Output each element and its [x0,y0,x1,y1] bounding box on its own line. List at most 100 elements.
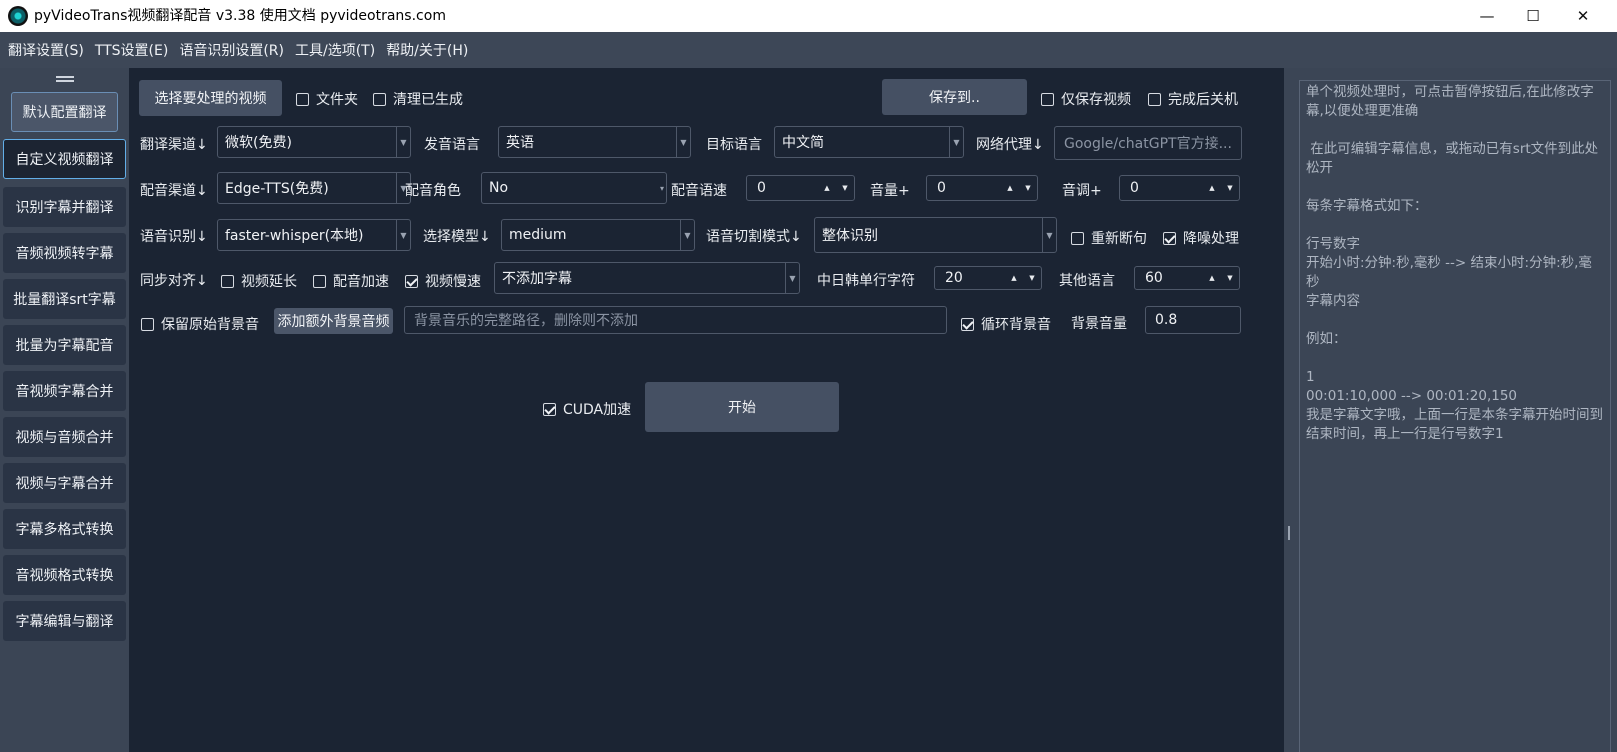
only-save-video-checkbox[interactable]: 仅保存视频 [1041,89,1131,109]
shutdown-after-checkbox[interactable]: 完成后关机 [1148,89,1238,109]
cuda-label: CUDA加速 [563,402,632,418]
tts-channel-select[interactable]: Edge-TTS(免费) ▼ [217,172,411,204]
cjk-chars-spinbox[interactable]: 20 ▲ ▼ [934,266,1042,290]
denoise-checkbox[interactable]: 降噪处理 [1163,228,1239,248]
cuda-box[interactable] [543,402,556,416]
video-extend-box[interactable] [221,274,234,288]
denoise-box[interactable] [1163,231,1176,245]
spin-up-icon[interactable]: ▲ [1203,176,1221,200]
panel-splitter[interactable] [1284,68,1294,752]
cjk-chars-value: 20 [945,270,963,286]
subtitle-editor[interactable]: 单个视频处理时，可点击暂停按钮后,在此修改字幕,以便处理更准确 在此可编辑字幕信… [1299,80,1611,752]
save-to-button[interactable]: 保存到.. [882,79,1027,115]
spin-down-icon[interactable]: ▼ [1221,176,1239,200]
volume-spinbox[interactable]: 0 ▲ ▼ [926,175,1038,201]
spin-down-icon[interactable]: ▼ [1023,267,1041,289]
loop-bgm-checkbox[interactable]: 循环背景音 [961,314,1051,334]
dub-rate-label: 配音语速 [671,183,727,199]
add-bgm-button[interactable]: 添加额外背景音频 [274,308,393,334]
translate-channel-select[interactable]: 微软(免费) ▼ [217,126,411,158]
spin-down-icon[interactable]: ▼ [836,176,854,200]
dub-speedup-box[interactable] [313,274,326,288]
bgm-path-input[interactable]: 背景音乐的完整路径，删除则不添加 [404,306,947,334]
spin-down-icon[interactable]: ▼ [1221,267,1239,289]
asr-select[interactable]: faster-whisper(本地) ▼ [217,219,411,251]
window-title: pyVideoTrans视频翻译配音 v3.38 使用文档 pyvideotra… [34,8,446,24]
split-mode-select[interactable]: 整体识别 ▼ [814,217,1057,253]
shutdown-after-box[interactable] [1148,92,1161,106]
menu-help-about[interactable]: 帮助/关于(H) [386,40,468,60]
clean-generated-checkbox[interactable]: 清理已生成 [373,89,463,109]
keep-bgm-checkbox[interactable]: 保留原始背景音 [141,314,259,334]
split-mode-label[interactable]: 语音切割模式↓ [706,226,802,246]
keep-bgm-label: 保留原始背景音 [161,317,259,333]
only-save-video-box[interactable] [1041,92,1054,106]
sync-align-label[interactable]: 同步对齐↓ [140,270,208,290]
sidebar-item-av-format-convert[interactable]: 音视频格式转换 [3,555,126,595]
splitter-handle-icon[interactable] [1288,526,1290,540]
menu-asr-settings[interactable]: 语音识别设置(R) [179,40,284,60]
video-extend-checkbox[interactable]: 视频延长 [221,271,297,291]
model-select[interactable]: medium ▼ [501,219,695,251]
sidebar-grip-icon[interactable] [56,76,74,78]
loop-bgm-box[interactable] [961,317,974,331]
translate-channel-label[interactable]: 翻译渠道↓ [140,134,208,154]
source-language-select[interactable]: 英语 ▼ [498,126,691,158]
folder-checkbox[interactable]: 文件夹 [296,89,358,109]
sidebar-item-av-to-subtitle[interactable]: 音频视频转字幕 [3,233,126,273]
sidebar-item-subtitle-edit-translate[interactable]: 字幕编辑与翻译 [3,601,126,641]
dub-rate-spinbox[interactable]: 0 ▲ ▼ [746,175,855,201]
clean-generated-box[interactable] [373,92,386,106]
spin-up-icon[interactable]: ▲ [1005,267,1023,289]
other-chars-label: 其他语言 [1059,273,1115,289]
video-extend-label: 视频延长 [241,274,297,290]
cuda-checkbox[interactable]: CUDA加速 [543,399,631,419]
subtitle-mode-select[interactable]: 不添加字幕 ▼ [494,262,800,294]
menu-tools-options[interactable]: 工具/选项(T) [295,40,375,60]
sidebar-item-custom-video-translate[interactable]: 自定义视频翻译 [3,139,126,179]
proxy-input[interactable]: Google/chatGPT官方接... [1054,126,1242,160]
rebreak-checkbox[interactable]: 重新断句 [1071,228,1147,248]
target-language-select[interactable]: 中文简 ▼ [774,126,964,158]
video-slow-checkbox[interactable]: 视频慢速 [405,271,481,291]
pitch-value: 0 [1130,180,1139,196]
rebreak-box[interactable] [1071,231,1084,245]
select-video-button[interactable]: 选择要处理的视频 [139,80,282,116]
voice-role-select[interactable]: No ▾ [481,172,667,204]
spin-up-icon[interactable]: ▲ [818,176,836,200]
model-label[interactable]: 选择模型↓ [423,226,491,246]
sidebar-item-batch-srt-translate[interactable]: 批量翻译srt字幕 [3,279,126,319]
sidebar-item-av-subtitle-merge[interactable]: 音视频字幕合并 [3,371,126,411]
spin-down-icon[interactable]: ▼ [1019,176,1037,200]
clean-generated-label: 清理已生成 [393,92,463,108]
folder-checkbox-box[interactable] [296,92,309,106]
translate-channel-value: 微软(免费) [225,135,292,151]
voice-role-value: No [489,180,509,196]
menu-translate-settings[interactable]: 翻译设置(S) [8,40,84,60]
start-button[interactable]: 开始 [645,382,839,432]
bgm-volume-input[interactable]: 0.8 [1145,306,1241,334]
loop-bgm-label: 循环背景音 [981,317,1051,333]
dub-speedup-checkbox[interactable]: 配音加速 [313,271,389,291]
minimize-button[interactable]: — [1464,0,1510,32]
close-button[interactable]: ✕ [1560,0,1606,32]
sidebar-item-video-subtitle-merge[interactable]: 视频与字幕合并 [3,463,126,503]
sidebar-item-video-audio-merge[interactable]: 视频与音频合并 [3,417,126,457]
sidebar-item-batch-dub[interactable]: 批量为字幕配音 [3,325,126,365]
menu-tts-settings[interactable]: TTS设置(E) [95,40,169,60]
voice-role-label: 配音角色 [405,183,461,199]
proxy-label[interactable]: 网络代理↓ [976,134,1044,154]
pitch-spinbox[interactable]: 0 ▲ ▼ [1119,175,1240,201]
sidebar-item-recognize-translate[interactable]: 识别字幕并翻译 [3,187,126,227]
tts-channel-label[interactable]: 配音渠道↓ [140,180,208,200]
only-save-video-label: 仅保存视频 [1061,92,1131,108]
maximize-button[interactable]: ☐ [1510,0,1556,32]
sidebar-item-default-translate[interactable]: 默认配置翻译 [11,92,118,132]
spin-up-icon[interactable]: ▲ [1001,176,1019,200]
other-chars-spinbox[interactable]: 60 ▲ ▼ [1134,266,1240,290]
sidebar-item-subtitle-format-convert[interactable]: 字幕多格式转换 [3,509,126,549]
keep-bgm-box[interactable] [141,317,154,331]
video-slow-box[interactable] [405,274,418,288]
asr-label[interactable]: 语音识别↓ [140,226,208,246]
spin-up-icon[interactable]: ▲ [1203,267,1221,289]
